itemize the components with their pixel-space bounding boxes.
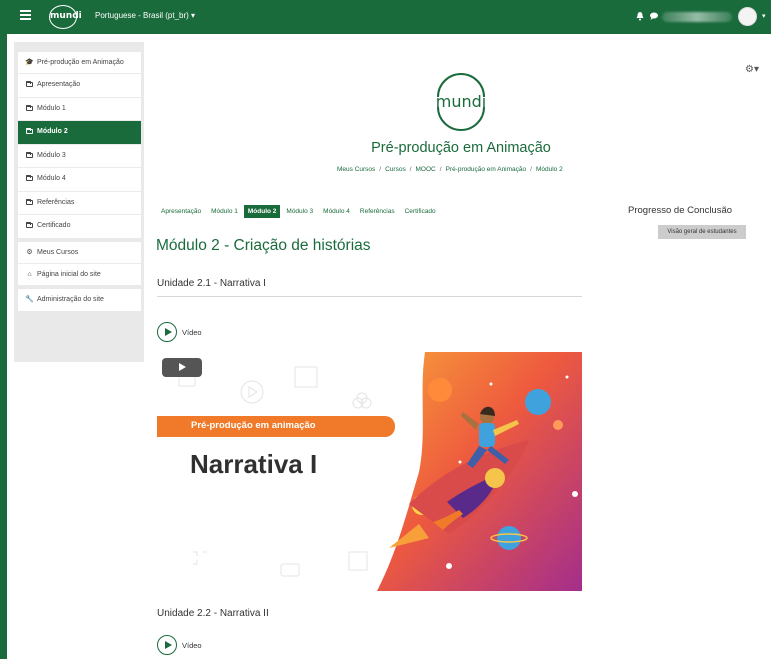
sidebar-item-label: Módulo 4	[37, 175, 66, 183]
breadcrumb-separator: /	[439, 166, 442, 173]
dashboard-icon: ⚙	[26, 248, 33, 256]
tab-modulo-2[interactable]: Módulo 2	[243, 205, 281, 218]
breadcrumb: Meus Cursos / Cursos / MOOC / Pré-produção em …	[337, 166, 563, 173]
sidebar-item-modulo-1[interactable]: Módulo 1	[18, 98, 141, 122]
messages-icon[interactable]	[649, 11, 659, 21]
page: mundi Portuguese - Brasil (pt_br) ▾ ▾ 🎓 …	[0, 0, 771, 659]
sidebar-item-label: Meus Cursos	[37, 248, 79, 256]
tab-modulo-3[interactable]: Módulo 3	[282, 205, 317, 218]
video-label: Vídeo	[182, 327, 202, 337]
sidebar-item-course[interactable]: 🎓 Pré-produção em Animação	[18, 52, 141, 75]
sidebar-item-label: Pré-produção em Animação	[37, 59, 124, 66]
sidebar-item-label: Módulo 2	[37, 128, 68, 136]
unit-title: Unidade 2.1 - Narrativa I	[157, 278, 266, 289]
sidebar-item-admin[interactable]: 🔧 Administração do site	[18, 289, 141, 310]
sidebar-item-modulo-2[interactable]: Módulo 2	[18, 121, 141, 145]
breadcrumb-item[interactable]: Pré-produção em Animação	[446, 166, 527, 173]
video-activity-link[interactable]: Vídeo	[157, 635, 202, 655]
folder-icon	[25, 80, 34, 90]
tab-certificado[interactable]: Certificado	[401, 205, 440, 218]
thumbnail-banner-text: Pré-produção em animação	[191, 420, 316, 431]
folder-icon	[25, 151, 34, 161]
tab-modulo-1[interactable]: Módulo 1	[207, 205, 242, 218]
progress-block-title: Progresso de Conclusão	[628, 205, 733, 216]
settings-gear-icon[interactable]: ⚙▾	[745, 64, 759, 75]
wrench-icon: 🔧	[25, 296, 34, 304]
video-activity-link[interactable]: Vídeo	[157, 322, 202, 342]
nav-drawer: 🎓 Pré-produção em Animação Apresentação …	[14, 42, 144, 362]
students-overview-button[interactable]: Visão geral de estudantes	[658, 225, 746, 239]
user-name-redacted[interactable]	[662, 12, 732, 22]
video-label: Vídeo	[182, 640, 202, 650]
mundi-logo: mundi	[436, 73, 486, 131]
divider	[157, 296, 582, 297]
logo-wordmark: mundi	[436, 92, 486, 111]
home-icon: ⌂	[27, 270, 32, 278]
video-thumbnail[interactable]: Pré-produção em animação Narrativa I	[157, 352, 582, 591]
breadcrumb-separator: /	[530, 166, 532, 173]
tab-apresentacao[interactable]: Apresentação	[157, 205, 205, 218]
folder-icon	[25, 174, 34, 184]
sidebar-item-modulo-4[interactable]: Módulo 4	[18, 168, 141, 192]
play-circle-icon	[157, 635, 177, 655]
admin-nav-block: 🔧 Administração do site	[18, 289, 141, 311]
course-title: Pré-produção em Animação	[371, 140, 551, 156]
top-navbar: mundi Portuguese - Brasil (pt_br) ▾ ▾	[7, 0, 771, 34]
site-nav-block: ⚙ Meus Cursos ⌂ Página inicial do site	[18, 241, 141, 286]
breadcrumb-separator: /	[379, 166, 382, 173]
breadcrumb-item[interactable]: Cursos	[385, 166, 406, 173]
thumbnail-title: Narrativa I	[190, 449, 318, 479]
sidebar-item-label: Apresentação	[37, 81, 81, 89]
folder-icon	[25, 198, 34, 208]
breadcrumb-separator: /	[409, 166, 412, 173]
breadcrumb-item[interactable]: Meus Cursos	[337, 166, 375, 173]
sidebar-item-modulo-3[interactable]: Módulo 3	[18, 145, 141, 169]
sidebar-item-label: Administração do site	[37, 296, 104, 304]
language-selector[interactable]: Portuguese - Brasil (pt_br) ▾	[95, 11, 195, 20]
sidebar-item-label: Página inicial do site	[37, 270, 101, 278]
sidebar-item-referencias[interactable]: Referências	[18, 192, 141, 216]
sidebar-item-apresentacao[interactable]: Apresentação	[18, 74, 141, 98]
sidebar-item-home[interactable]: ⌂ Página inicial do site	[18, 264, 141, 285]
sidebar-item-label: Referências	[37, 198, 75, 206]
youtube-play-icon[interactable]	[162, 358, 202, 377]
module-tabs: Apresentação Módulo 1 Módulo 2 Módulo 3 …	[157, 205, 442, 218]
graduation-cap-icon: 🎓	[25, 59, 34, 66]
breadcrumb-item[interactable]: Módulo 2	[536, 166, 563, 173]
user-avatar[interactable]	[738, 7, 757, 26]
breadcrumb-item[interactable]: MOOC	[416, 166, 436, 173]
unit-title: Unidade 2.2 - Narrativa II	[157, 608, 269, 619]
sidebar-item-label: Certificado	[37, 222, 71, 230]
tab-referencias[interactable]: Referências	[356, 205, 399, 218]
folder-icon	[25, 221, 34, 231]
module-title: Módulo 2 - Criação de histórias	[156, 237, 371, 254]
sidebar-item-certificado[interactable]: Certificado	[18, 215, 141, 237]
navbar-logo[interactable]: mundi	[49, 5, 82, 29]
tab-modulo-4[interactable]: Módulo 4	[319, 205, 354, 218]
user-menu-caret-icon[interactable]: ▾	[762, 12, 766, 20]
sidebar-item-meus-cursos[interactable]: ⚙ Meus Cursos	[18, 242, 141, 264]
menu-hamburger-icon[interactable]	[20, 10, 32, 22]
notification-bell-icon[interactable]	[635, 11, 645, 21]
course-nav-block: 🎓 Pré-produção em Animação Apresentação …	[18, 52, 141, 238]
sidebar-item-label: Módulo 3	[37, 151, 66, 159]
play-circle-icon	[157, 322, 177, 342]
folder-icon	[25, 127, 34, 137]
sidebar-item-label: Módulo 1	[37, 104, 66, 112]
folder-icon	[25, 104, 34, 114]
